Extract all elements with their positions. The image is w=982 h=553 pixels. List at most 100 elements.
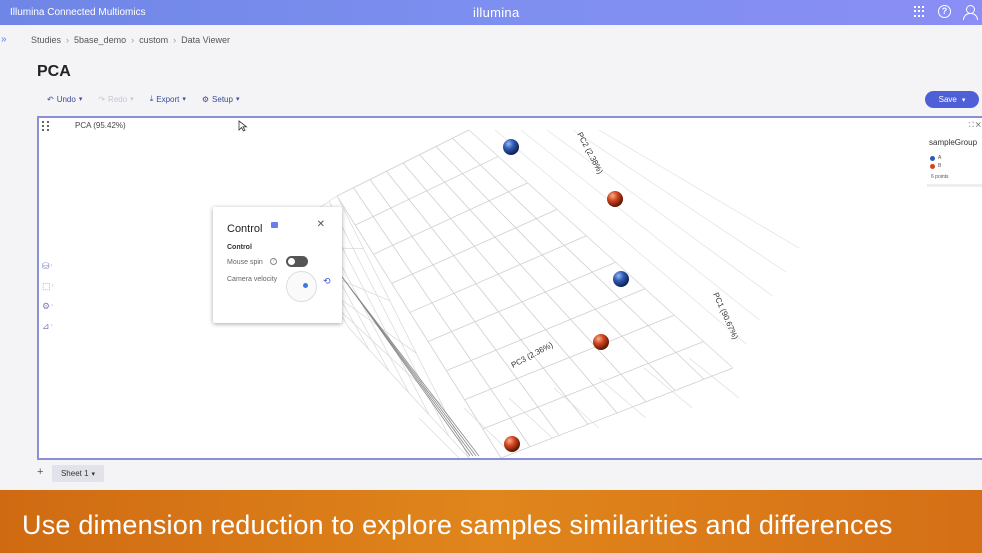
drag-handle-icon[interactable] bbox=[42, 121, 50, 131]
sheet-bar: + Sheet 1 ▾ bbox=[0, 462, 982, 488]
gear-icon: ⚙ bbox=[201, 94, 210, 104]
redo-button[interactable]: ↷ Redo ▾ bbox=[98, 94, 133, 104]
legend-item[interactable]: B bbox=[930, 163, 941, 169]
grid-line bbox=[435, 146, 676, 391]
reset-icon[interactable]: ⟲ bbox=[323, 276, 331, 287]
mouse-spin-toggle[interactable] bbox=[286, 256, 308, 267]
sample-point bbox=[503, 139, 519, 155]
grid-line bbox=[553, 387, 600, 429]
legend-title: sampleGroup bbox=[929, 138, 978, 147]
redo-icon: ↷ bbox=[98, 94, 106, 104]
select-rect-icon: ⬚ bbox=[42, 280, 51, 291]
breadcrumb-custom[interactable]: custom bbox=[139, 35, 168, 45]
axis-label-pc1: PC1 (90.67%) bbox=[711, 291, 740, 341]
chevron-down-icon: ▾ bbox=[235, 96, 240, 103]
undo-button[interactable]: ↶ Undo ▾ bbox=[47, 94, 82, 104]
export-icon: ⤓ bbox=[149, 94, 154, 103]
grid-line bbox=[463, 407, 506, 449]
sample-point bbox=[504, 436, 520, 452]
info-icon[interactable]: ? bbox=[270, 258, 277, 265]
save-button[interactable]: Save ▾ bbox=[925, 91, 979, 108]
grid-line bbox=[598, 377, 646, 419]
export-label: Export bbox=[156, 94, 180, 104]
brand-logo: illumina bbox=[473, 5, 520, 20]
chart-icon: ⊿ bbox=[42, 320, 50, 331]
legend-item[interactable]: A bbox=[930, 155, 941, 161]
breadcrumb-data-viewer: Data Viewer bbox=[181, 35, 230, 45]
close-icon[interactable]: ✕ bbox=[317, 219, 325, 230]
legend-label: A bbox=[938, 155, 942, 161]
setup-label: Setup bbox=[212, 94, 233, 104]
undo-icon: ↶ bbox=[47, 94, 54, 104]
chevron-right-icon: › bbox=[51, 303, 54, 309]
data-layers-button[interactable]: ⛁ › bbox=[42, 260, 58, 272]
grid-line bbox=[688, 357, 740, 399]
export-button[interactable]: ⤓ Export ▾ bbox=[150, 94, 186, 104]
legend-swatch bbox=[930, 163, 935, 169]
grid-line bbox=[418, 417, 460, 458]
breadcrumb: Studies › 5base_demo › custom › Data Vie… bbox=[31, 35, 230, 45]
add-sheet-button[interactable]: + bbox=[37, 466, 43, 478]
legend-scrollbar[interactable] bbox=[927, 184, 982, 187]
chevron-right-icon: › bbox=[66, 35, 70, 45]
data-viewer-panel[interactable]: PC2 (2.38%) PC1 (90.67%) PC3 (2.36%) PCA (… bbox=[37, 116, 982, 460]
legend-swatch bbox=[930, 155, 935, 161]
sheet-tab-label: Sheet 1 bbox=[60, 469, 89, 478]
breadcrumb-studies[interactable]: Studies bbox=[31, 35, 61, 45]
sample-point bbox=[593, 334, 609, 350]
setup-button[interactable]: ⚙ Setup ▾ bbox=[202, 94, 240, 104]
chevron-down-icon: ▾ bbox=[130, 96, 134, 103]
expand-icon[interactable]: ⛶ bbox=[969, 122, 974, 129]
grid-line bbox=[546, 129, 773, 297]
topbar-icons: ? bbox=[914, 5, 978, 20]
chevron-right-icon: › bbox=[131, 35, 135, 45]
grid-line bbox=[452, 137, 705, 380]
sheet-tab[interactable]: Sheet 1 ▾ bbox=[52, 465, 104, 482]
close-icon[interactable]: ✕ bbox=[976, 122, 981, 129]
app-name[interactable]: Illumina Connected Multiomics bbox=[10, 7, 146, 18]
control-panel: Control ✕ Control Mouse spin ? Camera ve… bbox=[213, 207, 342, 323]
video-badge-icon bbox=[271, 222, 278, 228]
chevron-right-icon: › bbox=[51, 283, 54, 289]
page-title: PCA bbox=[37, 63, 71, 80]
help-icon[interactable]: ? bbox=[938, 5, 951, 18]
chevron-down-icon: ▾ bbox=[91, 470, 96, 478]
legend: ⛶ ✕ sampleGroup A B 6 points bbox=[925, 122, 982, 188]
top-bar: Illumina Connected Multiomics illumina ? bbox=[0, 0, 982, 25]
toolbar: ↶ Undo ▾ ↷ Redo ▾ ⤓ Export ▾ ⚙ Setup ▾ bbox=[47, 94, 239, 104]
caption-banner: Use dimension reduction to explore sampl… bbox=[0, 490, 982, 553]
grid-line bbox=[402, 162, 618, 414]
sample-point bbox=[607, 191, 623, 207]
caption-text: Use dimension reduction to explore sampl… bbox=[22, 510, 893, 540]
legend-controls: ⛶ ✕ bbox=[969, 122, 981, 130]
chevron-right-icon: › bbox=[50, 323, 53, 329]
camera-velocity-label: Camera velocity bbox=[227, 276, 278, 283]
expand-sidebar-icon[interactable]: » bbox=[1, 34, 7, 45]
grid-line bbox=[369, 179, 560, 436]
pca-3d-plot[interactable]: PC2 (2.38%) PC1 (90.67%) PC3 (2.36%) bbox=[39, 118, 982, 458]
chevron-down-icon: ▾ bbox=[78, 96, 83, 103]
save-label: Save bbox=[938, 95, 957, 104]
grid-line bbox=[572, 129, 786, 273]
selection-button[interactable]: ⬚ › bbox=[42, 280, 58, 292]
control-section-label: Control bbox=[227, 244, 252, 251]
gear-icon: ⚙ bbox=[42, 300, 51, 311]
chevron-right-icon: › bbox=[50, 263, 53, 269]
chart-options-button[interactable]: ⊿ › bbox=[42, 320, 58, 332]
control-panel-title: Control bbox=[227, 223, 263, 235]
camera-velocity-joystick[interactable] bbox=[286, 271, 317, 302]
point-count: 6 points bbox=[931, 174, 949, 180]
sample-point bbox=[613, 271, 629, 287]
apps-grid-icon[interactable] bbox=[914, 5, 926, 17]
chevron-down-icon: ▾ bbox=[182, 96, 186, 103]
mouse-cursor-icon bbox=[238, 120, 248, 132]
plot-title: PCA (95.42%) bbox=[75, 121, 126, 130]
settings-button[interactable]: ⚙ › bbox=[42, 300, 58, 312]
user-icon[interactable] bbox=[963, 5, 978, 20]
grid-line bbox=[336, 195, 470, 458]
grid-line bbox=[643, 367, 693, 409]
left-toolbar: ⛁ › ⬚ › ⚙ › ⊿ › bbox=[42, 260, 58, 332]
grid-line bbox=[386, 171, 589, 425]
database-icon: ⛁ bbox=[42, 260, 50, 271]
breadcrumb-project[interactable]: 5base_demo bbox=[74, 35, 126, 45]
